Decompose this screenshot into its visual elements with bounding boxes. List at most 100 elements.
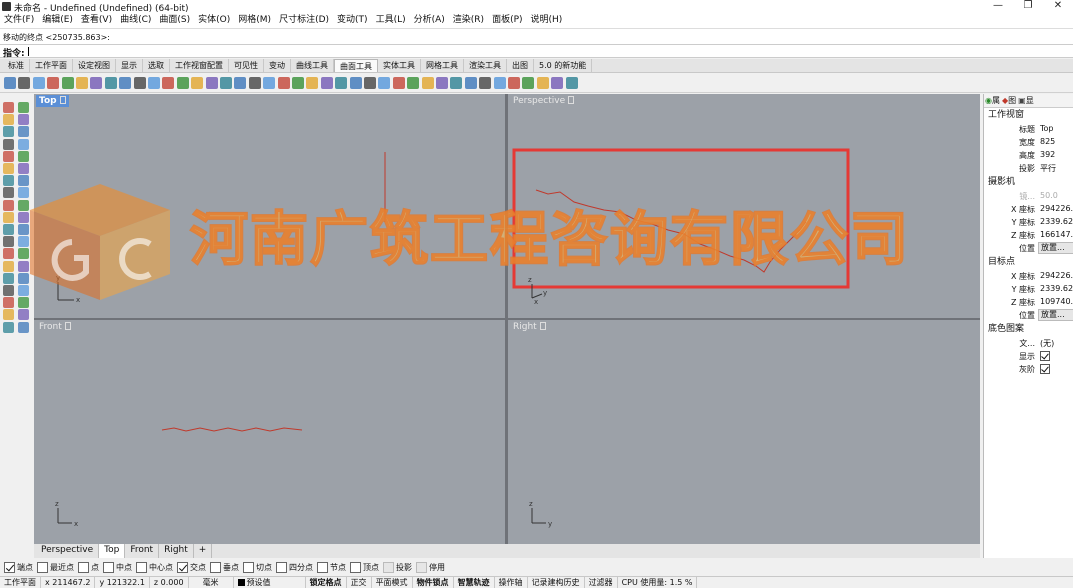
status-filter[interactable]: 过滤器 <box>585 577 618 588</box>
surface-tool-icon[interactable] <box>47 77 60 89</box>
osnap-vertex[interactable]: 顶点 <box>350 560 379 575</box>
vp-tab-top[interactable]: Top <box>99 544 126 558</box>
camera-place-button[interactable]: 放置... <box>1038 242 1073 254</box>
surface-tool-icon[interactable] <box>421 77 434 89</box>
tab-standard[interactable]: 标准 <box>3 59 30 72</box>
status-ortho[interactable]: 正交 <box>347 577 372 588</box>
tool-icon[interactable] <box>3 248 14 260</box>
tool-icon[interactable] <box>3 236 14 248</box>
tool-icon[interactable] <box>18 272 29 284</box>
viewport-right[interactable]: z y Right <box>508 320 980 544</box>
viewport-title-top[interactable]: Top <box>36 95 69 107</box>
tool-icon[interactable] <box>3 309 14 321</box>
surface-tool-icon[interactable] <box>4 77 16 89</box>
surface-tool-icon[interactable] <box>536 77 549 89</box>
osnap-checkbox[interactable] <box>177 562 188 573</box>
tool-icon[interactable] <box>3 285 14 296</box>
osnap-checkbox[interactable] <box>37 562 48 573</box>
tool-icon[interactable] <box>3 114 14 126</box>
tool-icon[interactable] <box>3 163 14 174</box>
osnap-quad[interactable]: 四分点 <box>276 560 313 575</box>
vp-tab-front[interactable]: Front <box>125 544 160 558</box>
tab-mesh-tools[interactable]: 网格工具 <box>421 59 464 72</box>
surface-tool-icon[interactable] <box>565 77 578 89</box>
tool-icon[interactable] <box>18 199 29 211</box>
tool-icon[interactable] <box>18 224 29 235</box>
tab-render-tools[interactable]: 渲染工具 <box>464 59 507 72</box>
menu-solid[interactable]: 实体(O) <box>194 13 234 28</box>
tool-icon[interactable] <box>3 175 14 187</box>
status-layer[interactable]: 预设值 <box>234 577 306 588</box>
osnap-checkbox[interactable] <box>103 562 114 573</box>
viewport-title-perspective[interactable]: Perspective <box>510 95 577 107</box>
minimize-icon[interactable]: — <box>983 0 1013 13</box>
tool-icon[interactable] <box>18 285 29 296</box>
tool-icon[interactable] <box>18 138 29 150</box>
status-grid-snap[interactable]: 锁定格点 <box>306 577 347 588</box>
osnap-near[interactable]: 最近点 <box>37 560 74 575</box>
menu-tools[interactable]: 工具(L) <box>372 13 410 28</box>
osnap-checkbox[interactable] <box>350 562 361 573</box>
viewport-menu-icon[interactable] <box>539 322 546 330</box>
tool-icon[interactable] <box>18 211 29 223</box>
vp-tab-right[interactable]: Right <box>159 544 194 558</box>
surface-tool-icon[interactable] <box>90 77 103 89</box>
tool-icon[interactable] <box>18 114 29 126</box>
menu-panels[interactable]: 面板(P) <box>488 13 526 28</box>
tool-icon[interactable] <box>3 138 14 150</box>
osnap-perp[interactable]: 垂点 <box>210 560 239 575</box>
tool-icon[interactable] <box>3 211 14 223</box>
surface-tool-icon[interactable] <box>176 77 189 89</box>
tool-icon[interactable] <box>18 102 29 113</box>
osnap-checkbox[interactable] <box>210 562 221 573</box>
tab-display[interactable]: 显示 <box>116 59 143 72</box>
tab-new-in-v5[interactable]: 5.0 的新功能 <box>534 59 593 72</box>
surface-tool-icon[interactable] <box>191 77 204 89</box>
menu-dimension[interactable]: 尺寸标注(D) <box>275 13 333 28</box>
menu-edit[interactable]: 编辑(E) <box>38 13 77 28</box>
osnap-checkbox[interactable] <box>78 562 89 573</box>
surface-tool-icon[interactable] <box>364 77 376 89</box>
surface-tool-icon[interactable] <box>292 77 304 89</box>
menu-view[interactable]: 查看(V) <box>77 13 116 28</box>
surface-tool-icon[interactable] <box>104 77 117 89</box>
maximize-icon[interactable]: ❐ <box>1013 0 1043 13</box>
tool-icon[interactable] <box>18 126 29 138</box>
surface-tool-icon[interactable] <box>76 77 88 89</box>
viewport-perspective[interactable]: z y x Perspective <box>508 94 980 318</box>
tool-icon[interactable] <box>3 321 14 333</box>
osnap-mid[interactable]: 中点 <box>103 560 132 575</box>
tab-visibility[interactable]: 可见性 <box>229 59 264 72</box>
surface-tool-icon[interactable] <box>378 77 391 89</box>
tool-icon[interactable] <box>18 187 29 199</box>
surface-tool-icon[interactable] <box>234 77 247 89</box>
osnap-center[interactable]: 中心点 <box>136 560 173 575</box>
viewport-menu-icon[interactable] <box>64 322 71 330</box>
tool-icon[interactable] <box>3 150 14 162</box>
status-planar[interactable]: 平面模式 <box>372 577 413 588</box>
panel-tab-layers[interactable]: ◆图 <box>1001 94 1017 107</box>
surface-tool-icon[interactable] <box>450 77 463 89</box>
tool-icon[interactable] <box>3 199 14 211</box>
surface-tool-icon[interactable] <box>148 77 160 89</box>
tool-icon[interactable] <box>3 102 14 113</box>
menu-help[interactable]: 说明(H) <box>527 13 567 28</box>
tab-curve-tools[interactable]: 曲线工具 <box>291 59 334 72</box>
command-line[interactable]: 指令: <box>0 44 1073 59</box>
tool-icon[interactable] <box>3 297 14 309</box>
status-cplane[interactable]: 工作平面 <box>0 577 41 588</box>
surface-tool-icon[interactable] <box>306 77 319 89</box>
target-place-button[interactable]: 放置... <box>1038 309 1073 321</box>
surface-tool-icon[interactable] <box>508 77 520 89</box>
tab-surface-tools[interactable]: 曲面工具 <box>334 59 378 72</box>
tool-icon[interactable] <box>18 248 29 260</box>
status-osnap[interactable]: 物件锁点 <box>413 577 454 588</box>
tool-icon[interactable] <box>3 224 14 235</box>
tab-transform[interactable]: 变动 <box>264 59 291 72</box>
tool-icon[interactable] <box>3 187 14 199</box>
osnap-project[interactable]: 投影 <box>383 560 412 575</box>
menu-surface[interactable]: 曲面(S) <box>155 13 194 28</box>
osnap-checkbox[interactable] <box>4 562 15 573</box>
surface-tool-icon[interactable] <box>551 77 564 89</box>
surface-tool-icon[interactable] <box>392 77 405 89</box>
